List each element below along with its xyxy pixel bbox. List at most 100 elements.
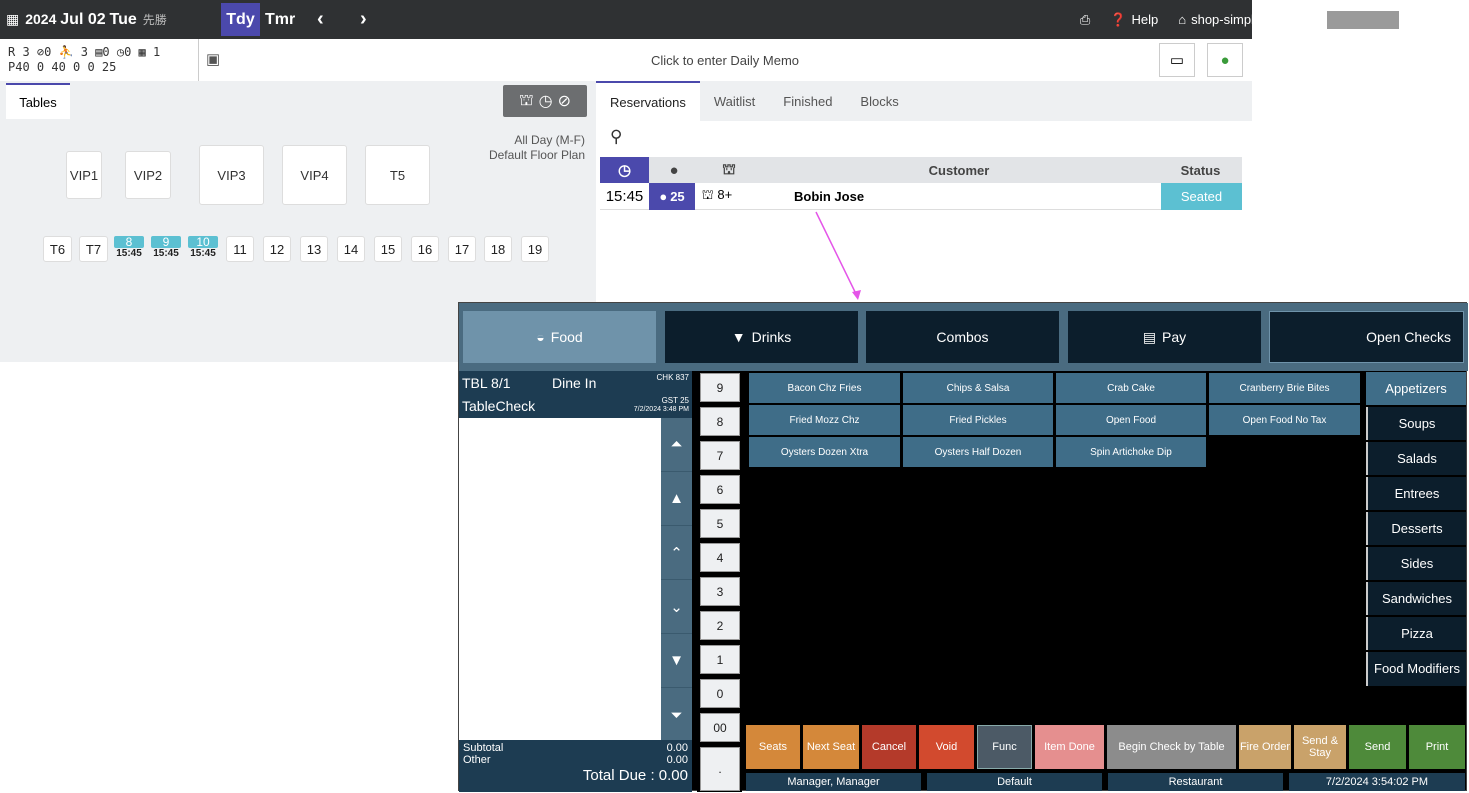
tomorrow-button[interactable]: Tmr — [265, 0, 295, 39]
table-16[interactable]: 16 — [411, 236, 439, 262]
table-9-occupied[interactable]: 9 15:45 — [151, 236, 181, 262]
person-icon[interactable]: ● — [649, 162, 699, 179]
menu-item[interactable]: Oysters Half Dozen — [903, 437, 1053, 467]
table-t5[interactable]: T5 — [365, 145, 430, 205]
reservation-row[interactable]: 15:45 ● 25 ⛫ 8+ Bobin Jose Seated — [600, 182, 1242, 210]
menu-item[interactable]: Crab Cake — [1056, 373, 1206, 403]
numpad-key-decimal[interactable]: . — [700, 747, 740, 791]
search-icon[interactable]: ⚲ — [610, 127, 622, 147]
tab-tables[interactable]: Tables — [6, 83, 70, 119]
print-button[interactable]: Print — [1409, 725, 1465, 769]
today-button[interactable]: Tdy — [221, 3, 260, 36]
shop-button[interactable]: ⌂ shop-simphony — [1178, 12, 1279, 27]
line-down-icon[interactable]: ⌄ — [661, 580, 692, 634]
numpad-key-7[interactable]: 7 — [700, 441, 740, 470]
globe-icon[interactable]: ⊕ — [1419, 12, 1430, 28]
category-salads[interactable]: Salads — [1366, 442, 1466, 475]
send-button[interactable]: Send — [1349, 725, 1406, 769]
table-10-occupied[interactable]: 10 15:45 — [188, 236, 218, 262]
tab-pay[interactable]: ▤ Pay — [1068, 311, 1261, 363]
hamburger-icon[interactable]: ≡ — [1449, 12, 1457, 27]
printer-icon[interactable]: ⎙ — [1080, 12, 1090, 28]
menu-item[interactable]: Fried Pickles — [903, 405, 1053, 435]
category-sides[interactable]: Sides — [1366, 547, 1466, 580]
table-15[interactable]: 15 — [374, 236, 402, 262]
category-entrees[interactable]: Entrees — [1366, 477, 1466, 510]
menu-item[interactable]: Open Food No Tax — [1209, 405, 1360, 435]
status-badge[interactable]: Seated — [1161, 183, 1242, 210]
block-icon[interactable]: ⊘ — [558, 91, 571, 111]
category-sandwiches[interactable]: Sandwiches — [1366, 582, 1466, 615]
date-display[interactable]: 2024 Jul 02 Tue — [25, 11, 137, 29]
menu-item[interactable]: Bacon Chz Fries — [749, 373, 900, 403]
page-up-icon[interactable]: ▲ — [661, 472, 692, 526]
page-down-icon[interactable]: ▼ — [661, 634, 692, 688]
table-19[interactable]: 19 — [521, 236, 549, 262]
user-button[interactable]: ● R — [1299, 10, 1399, 29]
floor-plan-label[interactable]: All Day (M-F) Default Floor Plan — [489, 133, 585, 163]
table-vip2[interactable]: VIP2 — [125, 151, 171, 199]
fire-order-button[interactable]: Fire Order — [1239, 725, 1291, 769]
void-button[interactable]: Void — [919, 725, 974, 769]
tab-reservations[interactable]: Reservations — [596, 81, 700, 121]
numpad-key-4[interactable]: 4 — [700, 543, 740, 572]
table-13[interactable]: 13 — [300, 236, 328, 262]
monitor-icon[interactable]: ▭ — [1159, 43, 1195, 77]
numpad-key-2[interactable]: 2 — [700, 611, 740, 640]
numpad-key-5[interactable]: 5 — [700, 509, 740, 538]
numpad-key-1[interactable]: 1 — [700, 645, 740, 674]
calendar-icon[interactable]: ▦ — [6, 11, 19, 28]
send-and-stay-button[interactable]: Send & Stay — [1294, 725, 1346, 769]
check-detail-area[interactable] — [459, 418, 661, 740]
cancel-button[interactable]: Cancel — [862, 725, 916, 769]
item-done-button[interactable]: Item Done — [1035, 725, 1104, 769]
category-appetizers[interactable]: Appetizers — [1366, 372, 1466, 405]
numpad-key-6[interactable]: 6 — [700, 475, 740, 504]
next-day-icon[interactable]: › — [360, 0, 367, 39]
clipboard-icon[interactable]: ▣ — [206, 50, 220, 68]
menu-item[interactable]: Fried Mozz Chz — [749, 405, 900, 435]
scroll-bottom-icon[interactable]: ⏷ — [661, 688, 692, 742]
clock-icon[interactable]: ◷ — [600, 157, 649, 183]
func-button[interactable]: Func — [977, 725, 1032, 769]
begin-check-by-table-button[interactable]: Begin Check by Table — [1107, 725, 1236, 769]
menu-item[interactable]: Oysters Dozen Xtra — [749, 437, 900, 467]
tab-food[interactable]: ◒ Food — [463, 311, 656, 363]
status-globe-icon[interactable]: ● — [1207, 43, 1243, 77]
category-pizza[interactable]: Pizza — [1366, 617, 1466, 650]
table-17[interactable]: 17 — [448, 236, 476, 262]
numpad-key-0[interactable]: 0 — [700, 679, 740, 708]
category-soups[interactable]: Soups — [1366, 407, 1466, 440]
floor-filter-buttons[interactable]: ⛫ ◷ ⊘ — [503, 85, 587, 117]
help-button[interactable]: ❓ Help — [1110, 12, 1158, 28]
table-11[interactable]: 11 — [226, 236, 254, 262]
table-icon[interactable]: ⛫ — [699, 161, 759, 180]
tab-combos[interactable]: Combos — [866, 311, 1059, 363]
tab-drinks[interactable]: ▼ Drinks — [665, 311, 858, 363]
tab-waitlist[interactable]: Waitlist — [700, 81, 769, 121]
menu-item[interactable]: Spin Artichoke Dip — [1056, 437, 1206, 467]
tab-finished[interactable]: Finished — [769, 81, 846, 121]
table-8-occupied[interactable]: 8 15:45 — [114, 236, 144, 262]
category-food-modifiers[interactable]: Food Modifiers — [1366, 652, 1466, 686]
customer-column-header[interactable]: Customer — [759, 163, 1159, 178]
table-12[interactable]: 12 — [263, 236, 291, 262]
numpad-key-9[interactable]: 9 — [700, 373, 740, 402]
table-18[interactable]: 18 — [484, 236, 512, 262]
scroll-top-icon[interactable]: ⏶ — [661, 418, 692, 472]
tab-open-checks[interactable]: Open Checks — [1269, 311, 1464, 363]
numpad-key-8[interactable]: 8 — [700, 407, 740, 436]
clock-icon[interactable]: ◷ — [539, 91, 553, 111]
menu-item[interactable]: Chips & Salsa — [903, 373, 1053, 403]
table-vip1[interactable]: VIP1 — [66, 151, 102, 199]
table-icon[interactable]: ⛫ — [519, 91, 534, 111]
tab-blocks[interactable]: Blocks — [846, 81, 912, 121]
category-desserts[interactable]: Desserts — [1366, 512, 1466, 545]
table-14[interactable]: 14 — [337, 236, 365, 262]
line-up-icon[interactable]: ⌃ — [661, 526, 692, 580]
status-column-header[interactable]: Status — [1159, 163, 1242, 178]
numpad-key-3[interactable]: 3 — [700, 577, 740, 606]
menu-item[interactable]: Open Food — [1056, 405, 1206, 435]
prev-day-icon[interactable]: ‹ — [317, 0, 324, 39]
table-t6[interactable]: T6 — [43, 236, 72, 262]
